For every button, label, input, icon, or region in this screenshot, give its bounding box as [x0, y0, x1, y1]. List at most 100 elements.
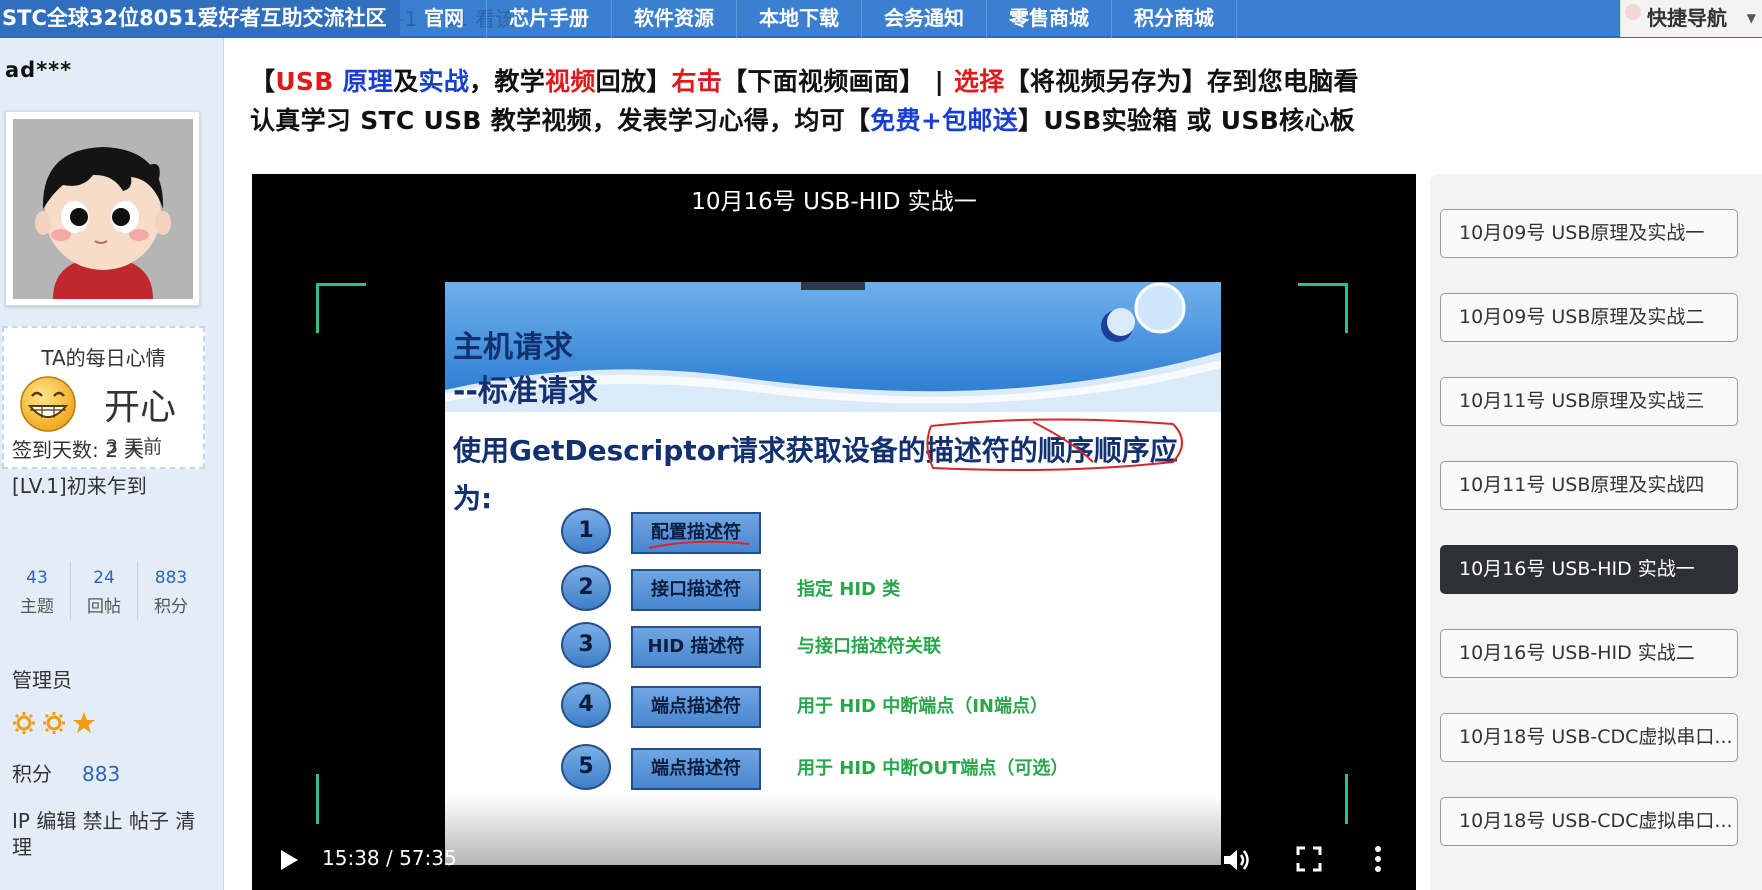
headline-video: 视频 [545, 67, 596, 96]
site-title[interactable]: STC全球32位8051爱好者互助交流社区 [0, 0, 400, 36]
step-note: 用于 HID 中断端点（IN端点） [797, 696, 1048, 717]
step-box: HID 描述符 [631, 626, 761, 668]
stat-points-num: 883 [154, 568, 188, 588]
video-player[interactable]: 10月16号 USB-HID 实战一 主机请求 --标准请求 使用GetDesc… [252, 174, 1416, 890]
frame-corner-bl [316, 774, 366, 824]
annotation-scribble [926, 418, 1183, 471]
step-number: 4 [561, 682, 611, 728]
step-note: 与接口描述符关联 [797, 636, 941, 657]
headline-line-2: 认真学习 STC USB 教学视频，发表学习心得，均可【免费+包邮送】USB实验… [250, 101, 1355, 137]
frame-corner-tl [316, 283, 366, 333]
playlist-item[interactable]: 10月11号 USB原理及实战三 [1440, 377, 1738, 426]
playlist-item[interactable]: 10月09号 USB原理及实战二 [1440, 293, 1738, 342]
headline-usb: USB [275, 67, 334, 96]
nav-item-official[interactable]: 官网 [402, 0, 487, 38]
headline-select: 选择 [954, 67, 1005, 96]
step-box: 端点描述符 [631, 748, 761, 790]
mood-title: TA的每日心情 [41, 346, 166, 370]
video-time: 15:38 / 57:35 [322, 846, 457, 870]
video-controls: 15:38 / 57:35 [252, 828, 1416, 890]
nav-item-meeting-notice[interactable]: 会务通知 [862, 0, 987, 38]
user-stats: 43 主题 24 回帖 883 积分 [4, 562, 204, 620]
admin-tools[interactable]: IP 编辑 禁止 帖子 清理 [12, 808, 202, 860]
stat-replies-label: 回帖 [87, 597, 121, 617]
step-number: 2 [561, 565, 611, 611]
headline-right-click: 右击 [671, 67, 723, 96]
avatar-image [13, 119, 193, 299]
step-number: 3 [561, 622, 611, 668]
sun-icon [13, 712, 35, 734]
playlist-item[interactable]: 10月11号 USB原理及实战四 [1440, 461, 1738, 510]
headline-space [334, 67, 343, 96]
step-note: 用于 HID 中断OUT端点（可选） [797, 758, 1069, 779]
user-level[interactable]: [LV.1]初来乍到 [12, 470, 147, 499]
playlist-item[interactable]: 10月18号 USB-CDC虚拟串口... [1440, 713, 1738, 762]
main-nav: 官网 芯片手册 软件资源 本地下载 会务通知 零售商城 积分商城 [402, 0, 1237, 38]
stat-replies[interactable]: 24 回帖 [71, 562, 138, 620]
headline-separator: | [934, 67, 944, 96]
nav-item-chip-manual[interactable]: 芯片手册 [487, 0, 612, 38]
play-icon[interactable] [278, 848, 300, 872]
avatar[interactable] [5, 111, 200, 306]
headline-and: 及 [393, 67, 419, 96]
headline-text: ，教学 [469, 67, 546, 96]
annotation-underline [648, 540, 750, 549]
more-options-icon[interactable] [1370, 844, 1386, 874]
decor-dot [1625, 4, 1641, 20]
slide-subtitle: --标准请求 [453, 374, 598, 409]
step-number: 5 [561, 744, 611, 790]
fullscreen-icon[interactable] [1296, 846, 1322, 872]
playlist-item[interactable]: 10月16号 USB-HID 实战二 [1440, 629, 1738, 678]
star-icon [73, 712, 95, 733]
stat-topics-label: 主题 [20, 597, 54, 617]
points-value[interactable]: 883 [82, 762, 120, 786]
stat-points-label: 积分 [154, 597, 188, 617]
points-row: 积分 883 [12, 758, 120, 787]
presentation-slide: 主机请求 --标准请求 使用GetDescriptor请求获取设备的描述符的顺序… [445, 282, 1221, 865]
mood-word: 开心 [104, 387, 177, 428]
nav-item-software[interactable]: 软件资源 [612, 0, 737, 38]
headline-line-1: 【USB 原理及实战，教学视频回放】右击【下面视频画面】 | 选择【将视频另存为】存… [250, 62, 1359, 98]
stat-topics[interactable]: 43 主题 [4, 562, 71, 620]
chevron-down-icon: ▼ [1746, 11, 1756, 25]
points-label: 积分 [12, 762, 52, 786]
headline-text: 【下面视频画面】 [722, 67, 925, 96]
frame-corner-tr [1298, 283, 1348, 333]
slide-tag [801, 282, 865, 290]
headline-principle: 原理 [342, 67, 394, 96]
nav-item-points-shop[interactable]: 积分商城 [1112, 0, 1237, 38]
profile-sidebar: ad*** TA的每日心情 开心 3 天前 签到天数: 2 天 [LV.1]初来… [0, 38, 224, 890]
top-nav-bar: 23-1 7:31 看该 STC全球32位8051爱好者互助交流社区 官网 芯片… [0, 0, 1762, 38]
nav-item-local-download[interactable]: 本地下载 [737, 0, 862, 38]
video-title: 10月16号 USB-HID 实战一 [691, 189, 977, 215]
headline-practice: 实战 [418, 67, 470, 96]
stat-points[interactable]: 883 积分 [138, 562, 204, 620]
rank-stars [12, 711, 96, 735]
step-note: 指定 HID 类 [797, 579, 901, 600]
user-role[interactable]: 管理员 [12, 664, 72, 693]
playlist-item[interactable]: 10月18号 USB-CDC虚拟串口... [1440, 797, 1738, 846]
frame-corner-br [1298, 774, 1348, 824]
headline-free-shipping: 免费+包邮送 [870, 106, 1019, 135]
headline-text: 【 [250, 67, 276, 96]
video-playlist: 10月09号 USB原理及实战一 10月09号 USB原理及实战二 10月11号… [1430, 174, 1762, 890]
happy-face-icon [18, 374, 78, 434]
quick-nav-button[interactable]: 快捷导航 ▼ [1620, 0, 1762, 37]
headline-text: 回放】 [595, 67, 672, 96]
quick-nav-label: 快捷导航 [1647, 6, 1727, 30]
playlist-item-active[interactable]: 10月16号 USB-HID 实战一 [1440, 545, 1738, 594]
stat-replies-num: 24 [93, 568, 115, 588]
signin-days: 签到天数: 2 天 [12, 438, 145, 462]
playlist-item[interactable]: 10月09号 USB原理及实战一 [1440, 209, 1738, 258]
headline-text: 【将视频另存为】存到您电脑看 [1004, 67, 1359, 96]
volume-icon[interactable] [1222, 846, 1252, 874]
headline-text: 认真学习 STC USB 教学视频，发表学习心得，均可【 [250, 106, 871, 135]
nav-item-retail-shop[interactable]: 零售商城 [987, 0, 1112, 38]
slide-title: 主机请求 [453, 330, 573, 365]
sun-icon [43, 712, 65, 734]
stat-topics-num: 43 [26, 568, 48, 588]
step-number: 1 [561, 508, 611, 554]
username[interactable]: ad*** [5, 58, 72, 82]
step-box: 端点描述符 [631, 686, 761, 728]
step-box: 接口描述符 [631, 569, 761, 611]
